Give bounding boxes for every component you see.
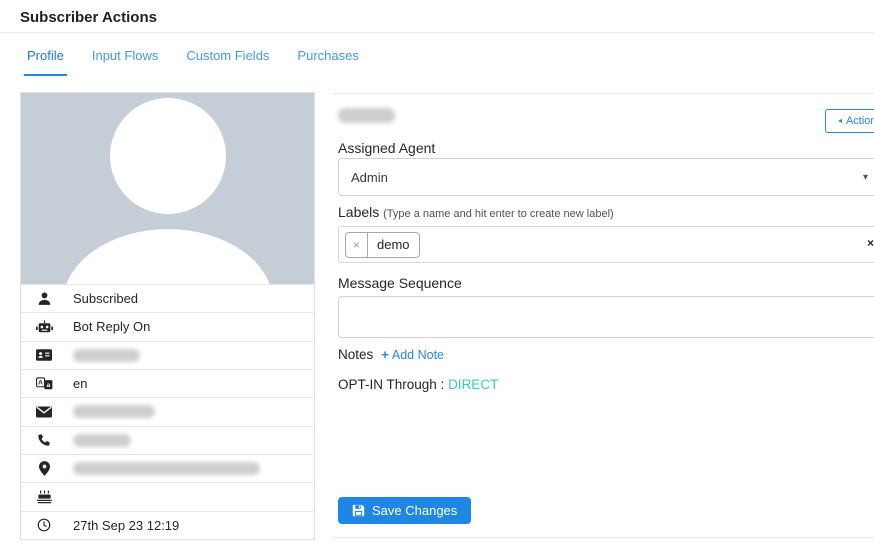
caret-left-icon: ◂ xyxy=(838,117,842,125)
email-row xyxy=(21,397,314,425)
labels-input[interactable]: × demo × xyxy=(338,226,874,263)
location-redacted xyxy=(73,462,260,475)
phone-row xyxy=(21,426,314,454)
phone-icon xyxy=(35,433,53,447)
language-value: en xyxy=(73,376,87,391)
svg-text:a: a xyxy=(46,382,50,389)
labels-hint: (Type a name and hit enter to create new… xyxy=(383,208,614,220)
actions-button[interactable]: ◂ Actions xyxy=(825,109,874,133)
tag-remove-icon[interactable]: × xyxy=(346,233,368,257)
subscriber-form-panel: ◂ Actions Assigned Agent Admin ▾ Labels … xyxy=(333,93,874,538)
tab-profile[interactable]: Profile xyxy=(24,48,67,76)
avatar xyxy=(21,93,314,284)
assigned-agent-label: Assigned Agent xyxy=(338,140,435,156)
labels-label: Labels (Type a name and hit enter to cre… xyxy=(338,204,614,220)
subscription-status-row: Subscribed xyxy=(21,284,314,312)
labels-label-text: Labels xyxy=(338,204,379,220)
optin-row: OPT-IN Through : DIRECT xyxy=(338,377,498,392)
bot-reply-status: Bot Reply On xyxy=(73,319,150,334)
avatar-shoulders-shape xyxy=(62,229,273,284)
bot-reply-row: Bot Reply On xyxy=(21,312,314,340)
assigned-agent-value: Admin xyxy=(351,170,388,185)
notes-row: Notes + Add Note xyxy=(338,347,444,362)
clock-icon xyxy=(35,518,53,532)
message-sequence-label: Message Sequence xyxy=(338,275,462,291)
user-icon xyxy=(35,291,53,306)
tab-bar: Profile Input Flows Custom Fields Purcha… xyxy=(0,34,874,76)
location-icon xyxy=(35,461,53,476)
subscriber-title-redacted xyxy=(338,108,395,123)
page-title: Subscriber Actions xyxy=(0,0,874,26)
subscriber-name-row xyxy=(21,341,314,369)
tab-custom-fields[interactable]: Custom Fields xyxy=(183,48,272,76)
subscriber-name-redacted xyxy=(73,349,140,362)
labels-clear-icon[interactable]: × xyxy=(867,237,874,249)
subscriber-profile-card: Subscribed Bot Reply On Aa en xyxy=(20,92,315,540)
notes-label: Notes xyxy=(338,347,373,362)
svg-text:A: A xyxy=(38,380,43,387)
add-note-label: Add Note xyxy=(392,348,444,362)
envelope-icon xyxy=(35,406,53,418)
tag-text: demo xyxy=(368,233,419,257)
tab-input-flows[interactable]: Input Flows xyxy=(89,48,161,76)
robot-icon xyxy=(35,320,53,334)
subscription-status: Subscribed xyxy=(73,291,138,306)
language-icon: Aa xyxy=(35,377,53,390)
tab-purchases[interactable]: Purchases xyxy=(294,48,361,76)
chevron-down-icon: ▾ xyxy=(863,172,868,183)
avatar-head-shape xyxy=(110,98,226,214)
location-row xyxy=(21,454,314,482)
subscribed-date: 27th Sep 23 12:19 xyxy=(73,518,179,533)
birthday-row xyxy=(21,482,314,510)
birthday-cake-icon xyxy=(35,490,53,504)
message-sequence-input[interactable] xyxy=(338,296,874,338)
page-header: Subscriber Actions xyxy=(0,0,874,33)
add-note-link[interactable]: + Add Note xyxy=(381,347,444,362)
id-card-icon xyxy=(35,348,53,362)
language-row: Aa en xyxy=(21,369,314,397)
phone-redacted xyxy=(73,434,131,447)
optin-value: DIRECT xyxy=(448,377,498,392)
save-icon xyxy=(352,504,365,517)
actions-button-label: Actions xyxy=(846,115,874,127)
optin-label: OPT-IN Through : xyxy=(338,377,444,392)
subscriber-detail-list: Subscribed Bot Reply On Aa en xyxy=(21,284,314,539)
subscribed-date-row: 27th Sep 23 12:19 xyxy=(21,511,314,539)
plus-icon: + xyxy=(381,347,389,362)
email-redacted xyxy=(73,405,155,418)
save-changes-button[interactable]: Save Changes xyxy=(338,497,471,524)
save-changes-label: Save Changes xyxy=(372,503,457,518)
assigned-agent-select[interactable]: Admin ▾ xyxy=(338,158,874,196)
label-tag: × demo xyxy=(345,232,420,258)
